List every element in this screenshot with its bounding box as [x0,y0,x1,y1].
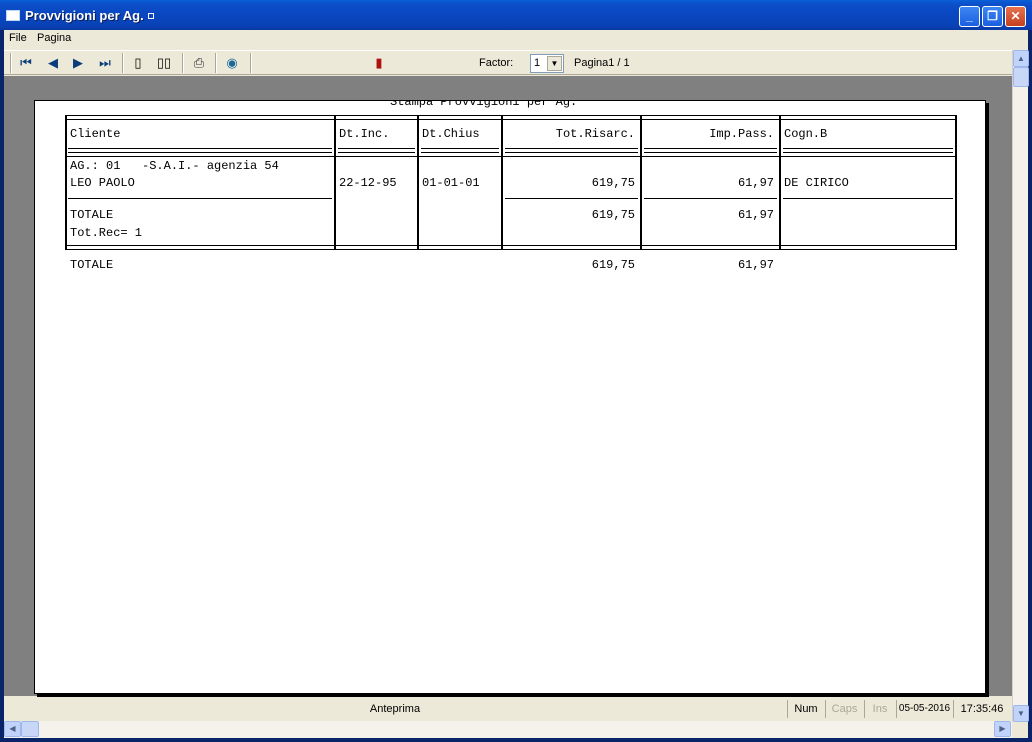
grand-total-tot-risarc: 619,75 [591,258,635,272]
title-bar[interactable]: Provvigioni per Ag. _ ❐ ✕ [0,0,1032,30]
record-count: Tot.Rec= 1 [70,226,143,240]
menu-file[interactable]: File [9,32,27,44]
client-area: File Pagina ⏮ ◀ ▶ ⏭ ▯ ▯▯ ⎙ ◉ ▮ Factor: 1… [4,30,1029,738]
column-rule [65,115,67,250]
grand-total-imp-pass: 61,97 [737,258,774,272]
column-rule [640,115,642,250]
toolbar: ⏮ ◀ ▶ ⏭ ▯ ▯▯ ⎙ ◉ ▮ Factor: 1 ▼ Pagina1 /… [4,50,1012,75]
rule [783,152,953,153]
cell-cogn-b: DE CIRICO [784,176,849,190]
toolbar-grip [10,53,12,73]
rule [338,148,415,149]
horizontal-scrollbar[interactable]: ◀ ▶ [4,721,1012,738]
header-dt-chius: Dt.Chius [422,127,480,141]
cell-imp-pass: 61,97 [737,176,774,190]
close-button[interactable]: ✕ [1005,6,1026,27]
rule [66,119,956,120]
application-window: Provvigioni per Ag. _ ❐ ✕ File Pagina ⏮ … [0,0,1032,742]
scroll-up-icon[interactable]: ▲ [1013,50,1029,67]
header-cliente: Cliente [70,127,121,141]
subtotal-label: TOTALE [70,208,114,222]
toolbar-separator [182,53,184,73]
exit-icon[interactable]: ▮ [370,54,388,72]
rule [421,148,499,149]
rule [68,148,332,149]
group-header: AG.: 01 -S.A.I.- agenzia 54 [70,159,279,173]
rule [338,152,415,153]
rule [66,115,956,116]
header-cogn-b: Cogn.B [784,127,828,141]
export-icon[interactable]: ◉ [223,54,241,72]
scroll-thumb[interactable] [1013,67,1029,87]
rule [783,198,953,199]
last-page-icon[interactable]: ⏭ [96,54,114,72]
header-dt-inc: Dt.Inc. [339,127,390,141]
rule [644,152,777,153]
scroll-down-icon[interactable]: ▼ [1013,705,1029,722]
factor-select[interactable]: 1 ▼ [530,54,564,73]
vertical-scrollbar[interactable]: ▲ ▼ [1012,50,1029,722]
prev-page-icon[interactable]: ◀ [44,54,62,72]
factor-value: 1 [534,57,541,69]
column-rule [779,115,781,250]
toolbar-separator [250,53,252,73]
rule [68,198,332,199]
print-preview-area: Stampa Provvigioni per Ag. Cliente Dt.In… [4,76,1012,696]
chevron-down-icon[interactable]: ▼ [547,56,562,71]
status-date: 05-05-2016 [896,700,952,718]
status-mode: Anteprima [369,703,421,715]
rule [783,148,953,149]
toolbar-separator [215,53,217,73]
title-marker-icon [148,13,154,19]
rule [644,148,777,149]
rule [66,249,956,250]
window-title: Provvigioni per Ag. [25,8,144,23]
window-icon [6,10,20,21]
rule [66,156,956,157]
rule [505,148,638,149]
header-imp-pass: Imp.Pass. [709,127,774,141]
header-tot-risarc: Tot.Risarc. [555,127,635,141]
print-icon[interactable]: ⎙ [190,54,208,72]
page-indicator: Pagina1 / 1 [574,57,630,69]
scroll-thumb-horizontal[interactable] [21,721,39,737]
cell-dt-inc: 22-12-95 [339,176,397,190]
report-content: Stampa Provvigioni per Ag. Cliente Dt.In… [35,100,985,693]
status-num: Num [787,700,824,718]
cell-cliente: LEO PAOLO [70,176,135,190]
report-title: Stampa Provvigioni per Ag. [390,100,578,109]
rule [505,198,638,199]
subtotal-tot-risarc: 619,75 [591,208,635,222]
status-bar: Anteprima Num Caps Ins 05-05-2016 17:35:… [4,698,1012,720]
menu-pagina[interactable]: Pagina [37,32,71,44]
cell-tot-risarc: 619,75 [591,176,635,190]
rule [421,152,499,153]
rule [68,152,332,153]
scroll-left-icon[interactable]: ◀ [4,721,21,737]
toolbar-separator [122,53,124,73]
status-caps: Caps [825,700,863,718]
rule [505,152,638,153]
single-page-icon[interactable]: ▯ [129,54,147,72]
minimize-button[interactable]: _ [959,6,980,27]
rule [644,198,777,199]
column-rule [501,115,503,250]
rule [66,245,956,246]
subtotal-imp-pass: 61,97 [737,208,774,222]
scroll-right-icon[interactable]: ▶ [994,721,1011,737]
restore-button[interactable]: ❐ [982,6,1003,27]
status-time: 17:35:46 [953,700,1010,718]
factor-label: Factor: [479,57,514,69]
two-page-icon[interactable]: ▯▯ [155,54,173,72]
column-rule [417,115,419,250]
cell-dt-chius: 01-01-01 [422,176,480,190]
grand-total-label: TOTALE [70,258,114,272]
first-page-icon[interactable]: ⏮ [17,54,35,72]
report-page: Stampa Provvigioni per Ag. Cliente Dt.In… [34,100,986,694]
column-rule [955,115,957,250]
status-ins: Ins [864,700,895,718]
column-rule [334,115,336,250]
menu-bar: File Pagina [4,30,1028,49]
next-page-icon[interactable]: ▶ [69,54,87,72]
